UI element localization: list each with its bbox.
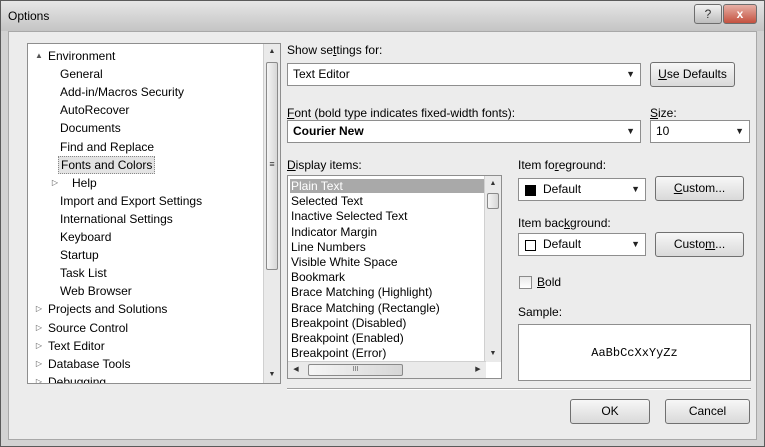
options-tree[interactable]: ▲ Environment General Add-in/Macros Securit… xyxy=(27,43,281,384)
tree-item[interactable]: General xyxy=(58,65,105,83)
sample-text: AaBbCcXxYyZz xyxy=(591,345,678,360)
scroll-up-icon[interactable]: ▲ xyxy=(485,176,501,192)
font-combo[interactable]: Courier New ▼ xyxy=(287,120,641,143)
tree-item[interactable]: Fonts and Colors xyxy=(58,155,156,174)
scroll-right-icon[interactable]: ▶ xyxy=(470,362,486,378)
help-icon: ? xyxy=(704,7,712,21)
display-item[interactable]: Brace Matching (Rectangle) xyxy=(290,301,484,315)
show-settings-value: Text Editor xyxy=(293,67,350,81)
tree-item[interactable]: Projects and Solutions xyxy=(46,300,169,318)
display-item[interactable]: Breakpoint (Enabled) xyxy=(290,331,484,345)
chevron-down-icon: ▼ xyxy=(735,126,744,136)
display-item[interactable]: Breakpoint (Error) xyxy=(290,346,484,360)
size-combo[interactable]: 10 ▼ xyxy=(650,120,750,143)
size-label: Size: xyxy=(650,106,677,120)
expand-arrow-icon[interactable]: ▷ xyxy=(34,304,44,313)
tree-vscrollbar[interactable]: ▲ ≡ ▼ xyxy=(263,44,280,383)
options-dialog: Options ? x ▲ Environment General Add-in/Ma… xyxy=(0,0,765,447)
font-value: Courier New xyxy=(293,124,364,138)
chevron-down-icon: ▼ xyxy=(631,184,640,194)
tree-item[interactable]: Web Browser xyxy=(58,282,134,300)
item-foreground-label: Item foreground: xyxy=(518,158,607,172)
bold-checkbox[interactable] xyxy=(519,276,532,289)
expand-arrow-icon[interactable]: ▷ xyxy=(34,323,44,332)
tree-item[interactable]: Keyboard xyxy=(58,228,113,246)
item-background-value: Default xyxy=(543,237,582,251)
tree-item[interactable]: Documents xyxy=(58,119,123,137)
sample-label: Sample: xyxy=(518,305,563,319)
tree-item[interactable]: Find and Replace xyxy=(58,138,156,156)
hscroll-thumb[interactable]: III xyxy=(308,364,403,376)
cancel-button[interactable]: Cancel xyxy=(665,399,750,424)
tree-item[interactable]: Startup xyxy=(58,246,101,264)
footer-separator xyxy=(287,388,751,390)
dialog-body: ▲ Environment General Add-in/Macros Securit… xyxy=(8,31,757,440)
display-item[interactable]: Breakpoint (Disabled) xyxy=(290,316,484,330)
tree-item[interactable]: Environment xyxy=(46,47,117,65)
title-bar[interactable]: Options ? x xyxy=(1,1,764,31)
window-title: Options xyxy=(8,9,50,23)
ok-button[interactable]: OK xyxy=(570,399,650,424)
item-foreground-combo[interactable]: Default ▼ xyxy=(518,178,646,201)
tree-item[interactable]: Task List xyxy=(58,264,109,282)
help-button[interactable]: ? xyxy=(694,4,722,24)
background-custom-button[interactable]: Custom... xyxy=(655,232,744,257)
bold-label[interactable]: Bold xyxy=(537,275,561,289)
scroll-thumb[interactable] xyxy=(487,193,499,209)
chevron-down-icon: ▼ xyxy=(626,69,635,79)
tree-item[interactable]: AutoRecover xyxy=(58,101,131,119)
use-defaults-button[interactable]: Use Defaults xyxy=(650,62,735,87)
tree-item[interactable]: Source Control xyxy=(46,319,130,337)
size-value: 10 xyxy=(656,124,670,138)
tree-item[interactable]: Database Tools xyxy=(46,355,133,373)
tree-item[interactable]: International Settings xyxy=(58,210,175,228)
display-items-list[interactable]: ▲ ▼ ◀ III ▶ Plain Text Selected Text Inact… xyxy=(287,175,502,379)
close-button[interactable]: x xyxy=(723,4,757,24)
item-foreground-value: Default xyxy=(543,182,582,196)
expand-arrow-icon[interactable]: ▷ xyxy=(50,178,60,187)
tree-item[interactable]: Help xyxy=(70,174,99,192)
scroll-down-icon[interactable]: ▼ xyxy=(485,346,501,362)
display-item[interactable]: Visible White Space xyxy=(290,255,484,269)
scroll-up-icon[interactable]: ▲ xyxy=(264,44,280,60)
foreground-swatch xyxy=(525,185,536,196)
display-item[interactable]: Plain Text xyxy=(290,179,484,193)
chevron-down-icon: ▼ xyxy=(626,126,635,136)
display-item[interactable]: Indicator Margin xyxy=(290,225,484,239)
display-item[interactable]: Bookmark xyxy=(290,270,484,284)
display-items-label: Display items: xyxy=(287,158,362,172)
foreground-custom-button[interactable]: Custom... xyxy=(655,176,744,201)
scroll-left-icon[interactable]: ◀ xyxy=(288,362,304,378)
expand-arrow-icon[interactable]: ▷ xyxy=(34,359,44,368)
tree-item[interactable]: Add-in/Macros Security xyxy=(58,83,186,101)
expand-arrow-icon[interactable]: ▷ xyxy=(34,377,44,383)
display-item[interactable]: Selected Text xyxy=(290,194,484,208)
show-settings-label: Show settings for: xyxy=(287,43,383,57)
close-icon: x xyxy=(736,7,744,21)
item-background-label: Item background: xyxy=(518,216,611,230)
item-background-combo[interactable]: Default ▼ xyxy=(518,233,646,256)
show-settings-combo[interactable]: Text Editor ▼ xyxy=(287,63,641,86)
chevron-down-icon: ▼ xyxy=(631,239,640,249)
collapse-arrow-icon[interactable]: ▲ xyxy=(34,51,44,60)
display-item[interactable]: Line Numbers xyxy=(290,240,484,254)
tree-item[interactable]: Debugging xyxy=(46,373,108,383)
background-swatch xyxy=(525,240,536,251)
expand-arrow-icon[interactable]: ▷ xyxy=(34,341,44,350)
display-item[interactable]: Inactive Selected Text xyxy=(290,209,484,223)
tree-item[interactable]: Text Editor xyxy=(46,337,107,355)
sample-preview: AaBbCcXxYyZz xyxy=(518,324,751,381)
scroll-down-icon[interactable]: ▼ xyxy=(264,367,280,383)
grip-icon: ≡ xyxy=(269,159,275,169)
display-items-hscrollbar[interactable]: ◀ III ▶ xyxy=(288,361,486,378)
display-items-vscrollbar[interactable]: ▲ ▼ xyxy=(484,176,501,362)
font-label: Font (bold type indicates fixed-width fo… xyxy=(287,106,516,120)
tree-item[interactable]: Import and Export Settings xyxy=(58,192,204,210)
display-item[interactable]: Brace Matching (Highlight) xyxy=(290,285,484,299)
